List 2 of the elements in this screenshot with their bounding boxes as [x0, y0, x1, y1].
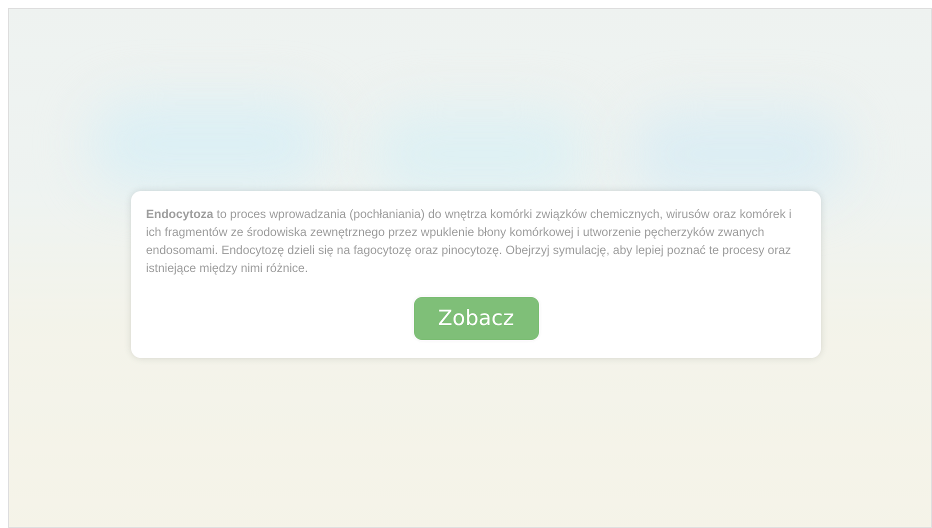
intro-text: Endocytoza to proces wprowadzania (pochłaniania) do wnętrza komórki związków chemicznych, wirusów oraz komórek i ich fragmentów ze środowiska zewnętrznego przez wpuklenie błony komórkowej i utworzenie pęcherzyków zwanych endosomami. Endocytozę dzieli się na fagocytozę oraz pinocytozę. Obejrzyj symulację, aby lepiej poznać te procesy oraz istniejące między nimi różnice. — [146, 206, 793, 277]
view-button[interactable]: Zobacz — [414, 297, 538, 340]
